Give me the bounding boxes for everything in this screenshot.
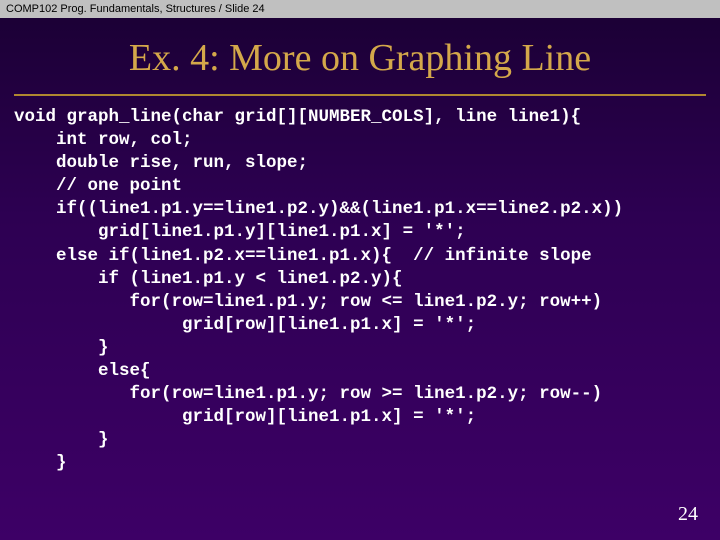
slide-title: Ex. 4: More on Graphing Line <box>0 36 720 80</box>
code-line: grid[line1.p1.y][line1.p1.x] = '*'; <box>14 222 466 242</box>
code-line: for(row=line1.p1.y; row >= line1.p2.y; r… <box>14 384 602 404</box>
code-line: grid[row][line1.p1.x] = '*'; <box>14 315 476 335</box>
title-underline <box>14 94 706 96</box>
code-line: else{ <box>14 361 151 381</box>
code-line: // one point <box>14 176 182 196</box>
code-line: double rise, run, slope; <box>14 153 308 173</box>
code-line: } <box>14 430 109 450</box>
code-line: } <box>14 338 109 358</box>
code-line: if (line1.p1.y < line1.p2.y){ <box>14 269 403 289</box>
slide: COMP102 Prog. Fundamentals, Structures /… <box>0 0 720 540</box>
code-line: for(row=line1.p1.y; row <= line1.p2.y; r… <box>14 292 602 312</box>
slide-header: COMP102 Prog. Fundamentals, Structures /… <box>0 0 720 18</box>
code-line: } <box>14 453 67 473</box>
code-line: if((line1.p1.y==line1.p2.y)&&(line1.p1.x… <box>14 199 623 219</box>
code-line: void graph_line(char grid[][NUMBER_COLS]… <box>14 107 581 127</box>
code-block: void graph_line(char grid[][NUMBER_COLS]… <box>0 106 720 476</box>
page-number: 24 <box>678 503 698 526</box>
code-line: int row, col; <box>14 130 193 150</box>
code-line: else if(line1.p2.x==line1.p1.x){ // infi… <box>14 246 592 266</box>
code-line: grid[row][line1.p1.x] = '*'; <box>14 407 476 427</box>
